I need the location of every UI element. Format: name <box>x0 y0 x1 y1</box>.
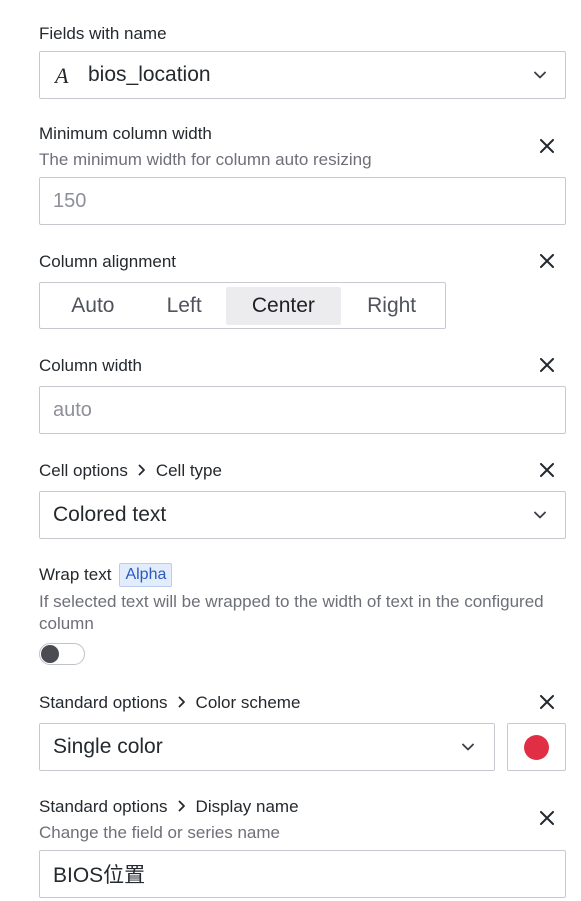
display-name-crumb: Display name <box>195 797 299 816</box>
column-alignment-radio-group: Auto Left Center Right <box>39 282 446 329</box>
column-width-label: Column width <box>39 356 142 375</box>
alpha-badge: Alpha <box>119 563 173 587</box>
wrap-text-description: If selected text will be wrapped to the … <box>39 592 544 633</box>
cell-type-breadcrumb: Cell options Cell type <box>39 461 222 481</box>
color-picker-button[interactable] <box>507 723 566 771</box>
alignment-option-auto[interactable]: Auto <box>43 287 143 325</box>
cell-type-value: Colored text <box>53 503 167 526</box>
cell-type-select[interactable]: Colored text <box>39 491 566 539</box>
min-column-width-input[interactable]: 150 <box>39 177 566 225</box>
display-name-input[interactable]: BIOS位置 <box>39 850 566 898</box>
chevron-right-icon <box>138 461 146 481</box>
fields-with-name-value: bios_location <box>88 63 211 86</box>
color-scheme-select[interactable]: Single color <box>39 723 495 771</box>
min-column-width-placeholder: 150 <box>53 189 87 212</box>
column-alignment-remove-close-icon[interactable] <box>536 250 558 272</box>
min-column-width-description: The minimum width for column auto resizi… <box>39 150 372 169</box>
display-name-remove-close-icon[interactable] <box>536 807 558 829</box>
color-scheme-remove-close-icon[interactable] <box>536 691 558 713</box>
column-width-remove-close-icon[interactable] <box>536 354 558 376</box>
column-alignment-label: Column alignment <box>39 252 177 271</box>
standard-options-crumb: Standard options <box>39 693 168 712</box>
field-type-string-icon: A <box>54 64 78 86</box>
alignment-option-right[interactable]: Right <box>341 287 442 325</box>
column-width-input[interactable]: auto <box>39 386 566 434</box>
fields-with-name-label: Fields with name <box>39 24 167 43</box>
min-column-width-label: Minimum column width <box>39 124 212 143</box>
min-column-width-remove-close-icon[interactable] <box>536 135 558 157</box>
fields-with-name-select[interactable]: A bios_location <box>39 51 566 99</box>
alignment-option-center[interactable]: Center <box>225 286 342 325</box>
wrap-text-header: Wrap text Alpha <box>39 563 173 587</box>
cell-type-remove-close-icon[interactable] <box>536 459 558 481</box>
standard-options-crumb: Standard options <box>39 797 168 816</box>
chevron-right-icon <box>178 797 186 817</box>
cell-options-crumb: Cell options <box>39 461 128 480</box>
wrap-text-toggle[interactable] <box>39 643 85 665</box>
display-name-description: Change the field or series name <box>39 823 280 842</box>
svg-text:A: A <box>54 64 69 86</box>
toggle-knob <box>41 645 59 663</box>
display-name-value: BIOS位置 <box>53 864 146 887</box>
color-scheme-crumb: Color scheme <box>195 693 301 712</box>
display-name-breadcrumb: Standard options Display name <box>39 797 299 817</box>
chevron-down-icon <box>461 740 475 754</box>
alignment-option-left[interactable]: Left <box>143 287 226 325</box>
cell-type-crumb: Cell type <box>155 461 222 480</box>
chevron-down-icon <box>533 68 547 82</box>
column-width-placeholder: auto <box>53 398 92 421</box>
chevron-down-icon <box>533 508 547 522</box>
wrap-text-label: Wrap text <box>39 565 112 584</box>
color-scheme-value: Single color <box>53 735 163 758</box>
color-swatch <box>524 734 549 760</box>
chevron-right-icon <box>178 693 186 713</box>
color-scheme-breadcrumb: Standard options Color scheme <box>39 693 300 713</box>
